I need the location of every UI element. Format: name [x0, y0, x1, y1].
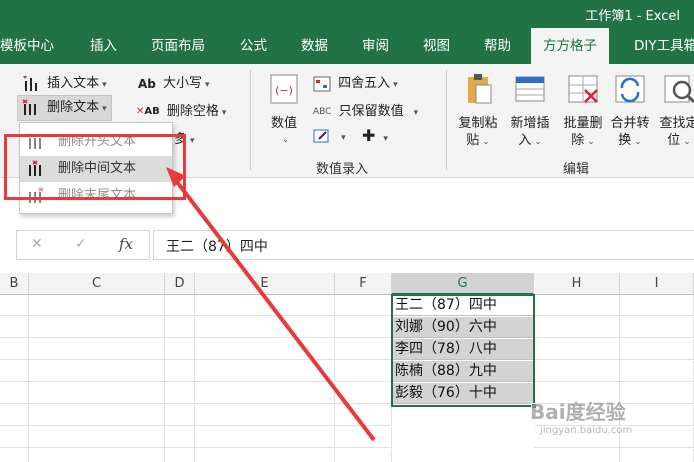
baidu-watermark-url: jingyan.baidu.com	[540, 425, 633, 436]
annotation-arrow	[166, 167, 376, 442]
excel-window: { "window": { "title": "工作簿1 - Excel" },…	[0, 0, 694, 462]
baidu-watermark: Bai度经验	[530, 400, 626, 424]
